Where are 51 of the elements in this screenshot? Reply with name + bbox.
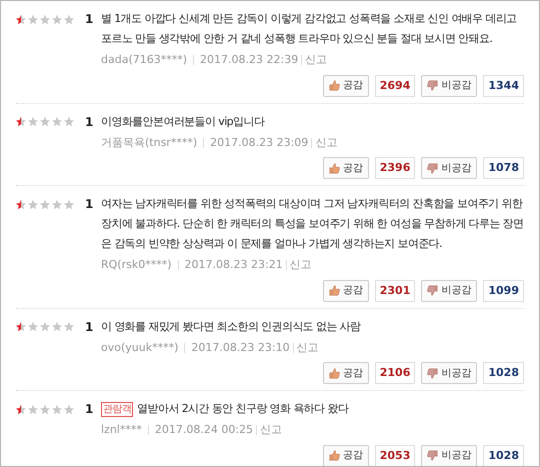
- author-name: RQ(rsk0****): [101, 257, 172, 273]
- rating-score: 1: [85, 11, 94, 28]
- dislike-count: 1028: [483, 444, 524, 466]
- dislike-button[interactable]: 비공감: [421, 74, 478, 96]
- like-count: 2053: [374, 444, 416, 466]
- review-text: 별 1개도 아깝다 신세계 만든 감독이 이렇게 감각없고 성폭력을 소재로 신인 여배우 데리고 포르노 만들 생각밖에 안한 거 같네 성폭행 트라우마 있으신 분들 절대 보시면 안돼요.: [101, 11, 518, 47]
- dislike-count: 1028: [483, 362, 524, 384]
- like-count: 2694: [374, 74, 416, 96]
- dislike-count: 1078: [483, 157, 524, 179]
- rating-score: 1: [85, 318, 94, 336]
- like-count: 2106: [374, 362, 416, 384]
- thumbs-up-icon: [328, 162, 340, 174]
- review-date: 2017.08.24 00:25: [154, 422, 254, 438]
- dislike-button[interactable]: 비공감: [421, 362, 478, 384]
- review-date: 2017.08.23 23:21: [184, 257, 283, 273]
- dislike-count: 1344: [483, 74, 524, 96]
- thumbs-up-icon: [328, 285, 340, 296]
- review-date: 2017.08.23 23:09: [210, 134, 308, 150]
- like-button[interactable]: 공감: [322, 157, 369, 179]
- dislike-button[interactable]: 비공감: [421, 280, 478, 302]
- review-date: 2017.08.23 22:39: [200, 52, 298, 68]
- dislike-button[interactable]: 비공감: [421, 444, 478, 466]
- like-button[interactable]: 공감: [322, 362, 369, 384]
- thumbs-down-icon: [427, 162, 438, 174]
- thumbs-down-icon: [427, 450, 438, 461]
- thumbs-up-icon: [328, 450, 340, 461]
- author-name: ovo(yuuk****): [101, 340, 178, 356]
- like-count: 2301: [374, 280, 416, 302]
- author-name: lznl****: [101, 422, 142, 438]
- thumbs-down-icon: [427, 285, 438, 296]
- like-count: 2396: [374, 157, 416, 179]
- viewer-badge: 관람객: [101, 402, 134, 417]
- thumbs-up-icon: [328, 80, 340, 91]
- like-button[interactable]: 공감: [322, 280, 369, 302]
- rating-score: 1: [85, 114, 94, 130]
- rating-score: 1: [85, 401, 94, 418]
- review-text: 이영화를안본여러분들이 vip입니다: [101, 114, 266, 130]
- thumbs-up-icon: [328, 368, 340, 378]
- rating-score: 1: [85, 196, 94, 213]
- like-button[interactable]: 공감: [322, 74, 369, 96]
- dislike-count: 1099: [483, 280, 524, 302]
- thumbs-down-icon: [427, 80, 438, 91]
- review-date: 2017.08.23 23:10: [191, 340, 290, 356]
- review-text: 여자는 남자캐릭터를 위한 성적폭력의 대상이며 그저 남자캐릭터의 잔혹함을 보여주기 위한 장치에 불과하다. 단순히 한 캐릭터의 특성을 보여주기 위해 한 여성을 무참하게 다루는 장면은 감독의 빈약한 상상력과 이 문제를 얼마나 가볍게 생각하는지 보여준다.: [101, 196, 524, 252]
- author-name: dada(7163****): [101, 52, 188, 68]
- review-text: 이 영화를 재밌게 봤다면 최소한의 인권의식도 없는 사람: [101, 318, 362, 334]
- thumbs-down-icon: [427, 368, 438, 378]
- review-text: 관람객 열받아서 2시간 동안 친구랑 영화 욕하다 왔다: [101, 401, 350, 419]
- author-name: 거품목욕(tnsr****): [101, 134, 198, 150]
- dislike-button[interactable]: 비공감: [421, 157, 478, 179]
- like-button[interactable]: 공감: [322, 444, 369, 466]
